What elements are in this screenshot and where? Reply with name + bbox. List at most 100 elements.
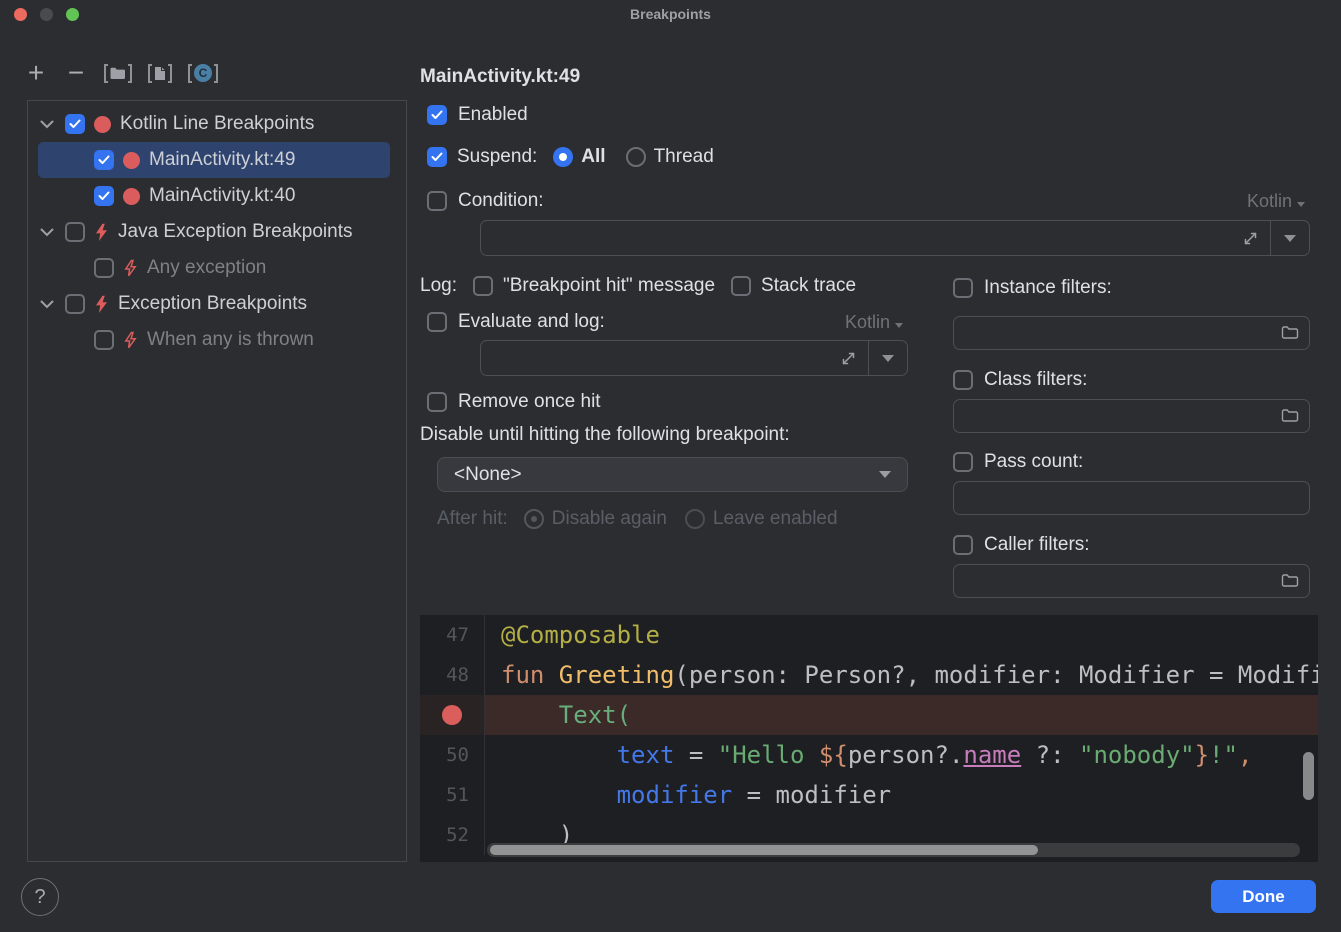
remove-once-checkbox[interactable] xyxy=(427,392,447,412)
tree-item-any-exception[interactable]: Any exception xyxy=(28,250,406,286)
suspend-label: Suspend: xyxy=(457,146,537,168)
suspend-thread-option[interactable]: Thread xyxy=(626,146,714,168)
class-filters-label: Class filters: xyxy=(984,369,1087,391)
tree-item-checkbox[interactable] xyxy=(65,222,85,242)
code-line-breakpoint: Text( xyxy=(420,695,1318,735)
breakpoint-dot-icon xyxy=(94,116,111,133)
group-by-package-button[interactable] xyxy=(104,60,132,86)
code-line-48: 48fun Greeting(person: Person?, modifier… xyxy=(420,655,1318,695)
chevron-down-icon[interactable] xyxy=(40,300,56,309)
code-text: @Composable xyxy=(484,615,1318,655)
exception-bolt-icon xyxy=(94,223,109,242)
stack-trace-checkbox[interactable] xyxy=(731,276,751,296)
condition-input[interactable] xyxy=(480,220,1310,256)
enabled-checkbox[interactable] xyxy=(427,105,447,125)
breakpoints-dialog: Breakpoints + − C xyxy=(0,0,1341,932)
horizontal-scrollbar-thumb[interactable] xyxy=(490,845,1038,855)
instance-filters-label: Instance filters: xyxy=(984,277,1112,299)
zoom-button[interactable] xyxy=(66,8,79,21)
caller-filters-input[interactable] xyxy=(953,564,1310,598)
expand-icon[interactable] xyxy=(840,350,857,367)
traffic-lights xyxy=(14,8,79,21)
instance-filters-input[interactable] xyxy=(953,316,1310,350)
tree-item-label: When any is thrown xyxy=(147,329,314,351)
group-by-class-button[interactable]: C xyxy=(188,60,218,86)
horizontal-scrollbar[interactable] xyxy=(487,843,1300,857)
after-hit-disable-label: Disable again xyxy=(552,508,667,530)
evaluate-input[interactable] xyxy=(480,340,908,376)
exception-bolt-icon xyxy=(94,295,109,314)
add-breakpoint-button[interactable]: + xyxy=(24,60,48,86)
code-text: fun Greeting(person: Person?, modifier: … xyxy=(484,655,1318,695)
vertical-scrollbar-thumb[interactable] xyxy=(1303,752,1314,800)
disable-until-combobox[interactable]: <None> xyxy=(437,457,908,492)
after-hit-leave-option: Leave enabled xyxy=(685,508,838,530)
suspend-all-radio[interactable] xyxy=(553,147,573,167)
folder-icon[interactable] xyxy=(1281,325,1299,345)
log-message-checkbox[interactable] xyxy=(473,276,493,296)
tree-item-checkbox[interactable] xyxy=(65,114,85,134)
tree-item-checkbox[interactable] xyxy=(94,150,114,170)
condition-language-selector[interactable]: Kotlin xyxy=(1247,191,1305,212)
group-by-file-button[interactable] xyxy=(148,60,172,86)
chevron-down-icon xyxy=(1284,235,1296,242)
log-message-option[interactable]: "Breakpoint hit" message xyxy=(473,275,715,297)
chevron-down-icon[interactable] xyxy=(40,228,56,237)
bracket-right-icon xyxy=(214,64,218,83)
minimize-button[interactable] xyxy=(40,8,53,21)
pass-count-checkbox[interactable] xyxy=(953,452,973,472)
after-hit-row: After hit: Disable again Leave enabled xyxy=(437,508,838,530)
gutter-line-number: 50 xyxy=(420,735,484,775)
code-preview: 47@Composable48fun Greeting(person: Pers… xyxy=(420,615,1318,862)
suspend-thread-radio[interactable] xyxy=(626,147,646,167)
condition-history-dropdown[interactable] xyxy=(1270,221,1309,255)
suspend-all-option[interactable]: All xyxy=(553,146,605,168)
disable-until-label: Disable until hitting the following brea… xyxy=(420,424,790,446)
gutter-line-number: 47 xyxy=(420,615,484,655)
caller-filters-row: Caller filters: xyxy=(953,534,1090,556)
tree-item-mainactivity-kt-49[interactable]: MainActivity.kt:49 xyxy=(38,142,390,178)
class-filters-checkbox[interactable] xyxy=(953,370,973,390)
tree-item-checkbox[interactable] xyxy=(65,294,85,314)
evaluate-checkbox[interactable] xyxy=(427,312,447,332)
instance-filters-row: Instance filters: xyxy=(953,277,1112,299)
condition-checkbox[interactable] xyxy=(427,191,447,211)
suspend-row: Suspend: All Thread xyxy=(427,146,714,168)
evaluate-language-selector[interactable]: Kotlin xyxy=(845,312,903,333)
log-row: Log: "Breakpoint hit" message Stack trac… xyxy=(420,275,856,297)
breakpoint-dot-icon[interactable] xyxy=(442,705,462,725)
gutter-line-number: 51 xyxy=(420,775,484,815)
caller-filters-checkbox[interactable] xyxy=(953,535,973,555)
enabled-row: Enabled xyxy=(427,104,528,126)
remove-breakpoint-button[interactable]: − xyxy=(64,60,88,86)
file-icon xyxy=(154,66,166,81)
suspend-checkbox[interactable] xyxy=(427,147,447,167)
tree-item-checkbox[interactable] xyxy=(94,186,114,206)
tree-item-when-any-is-thrown[interactable]: When any is thrown xyxy=(28,322,406,358)
tree-item-mainactivity-kt-40[interactable]: MainActivity.kt:40 xyxy=(28,178,406,214)
stack-trace-label: Stack trace xyxy=(761,275,856,297)
stack-trace-option[interactable]: Stack trace xyxy=(731,275,856,297)
tree-item-exception-breakpoints[interactable]: Exception Breakpoints xyxy=(28,286,406,322)
tree-item-kotlin-line-breakpoints[interactable]: Kotlin Line Breakpoints xyxy=(28,106,406,142)
close-button[interactable] xyxy=(14,8,27,21)
evaluate-label: Evaluate and log: xyxy=(458,311,605,333)
language-dropdown-icon xyxy=(895,323,903,328)
class-filters-input[interactable] xyxy=(953,399,1310,433)
pass-count-row: Pass count: xyxy=(953,451,1083,473)
help-button[interactable]: ? xyxy=(21,878,59,916)
bracket-left-icon xyxy=(104,64,108,83)
done-button[interactable]: Done xyxy=(1211,880,1316,913)
bracket-left-icon xyxy=(188,64,192,83)
pass-count-input[interactable] xyxy=(953,481,1310,515)
exception-bolt-outline-icon xyxy=(123,259,138,278)
evaluate-history-dropdown[interactable] xyxy=(868,341,907,375)
tree-item-checkbox[interactable] xyxy=(94,330,114,350)
instance-filters-checkbox[interactable] xyxy=(953,278,973,298)
chevron-down-icon[interactable] xyxy=(40,120,56,129)
folder-icon[interactable] xyxy=(1281,408,1299,428)
tree-item-java-exception-breakpoints[interactable]: Java Exception Breakpoints xyxy=(28,214,406,250)
expand-icon[interactable] xyxy=(1242,230,1259,247)
folder-icon[interactable] xyxy=(1281,573,1299,593)
tree-item-checkbox[interactable] xyxy=(94,258,114,278)
